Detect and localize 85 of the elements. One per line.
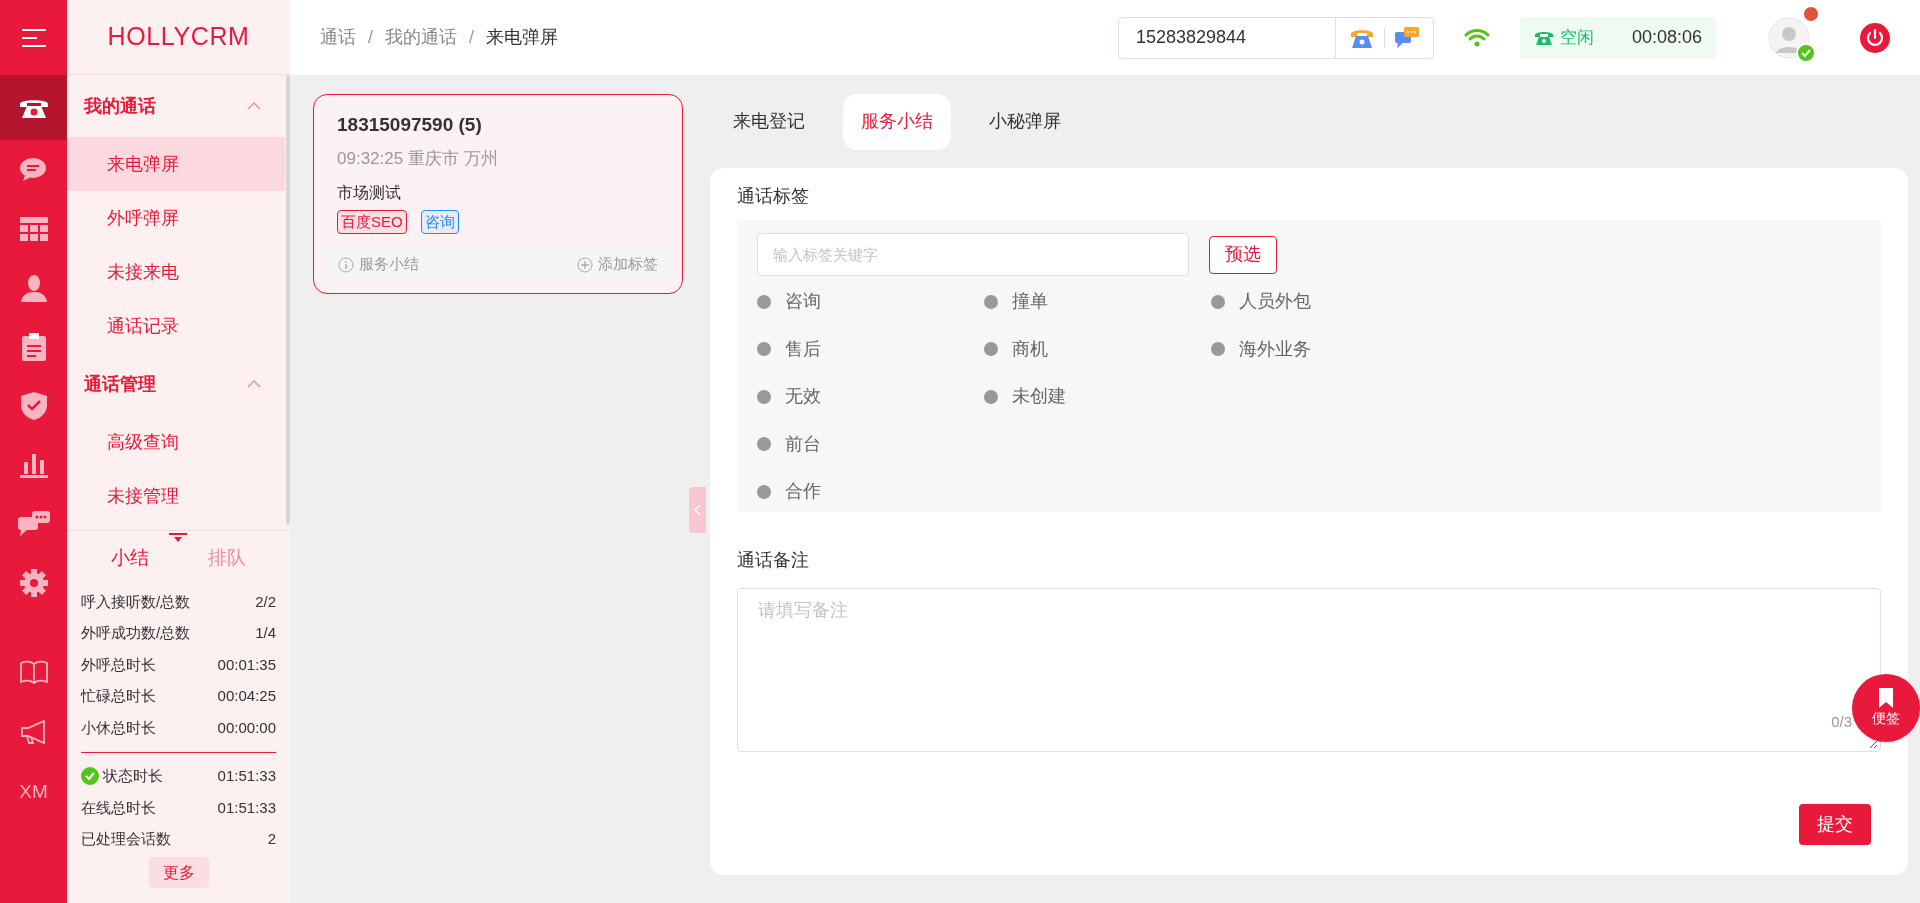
tag: 百度SEO	[337, 210, 407, 234]
tag-option[interactable]: 海外业务	[1239, 335, 1311, 363]
stat-label: 忙碌总时长	[81, 686, 156, 706]
section-title: 通话标签	[737, 185, 809, 208]
more-button[interactable]: 更多	[148, 857, 209, 888]
menu-item[interactable]: 高级查询	[67, 415, 285, 469]
stat-value: 1/4	[255, 623, 276, 643]
stat-label: 小休总时长	[81, 717, 156, 738]
clipboard-icon[interactable]	[21, 332, 46, 361]
breadcrumb-item[interactable]: 我的通话	[385, 24, 457, 51]
stat-value: 01:51:33	[217, 766, 276, 786]
power-icon[interactable]	[1860, 22, 1890, 53]
add-tag-link[interactable]: 添加标签	[577, 253, 658, 276]
stat-value: 00:00:00	[217, 717, 276, 738]
wifi-icon	[1464, 27, 1490, 48]
stat-value: 00:04:25	[217, 686, 276, 706]
menu-icon[interactable]	[20, 27, 47, 48]
menu-item[interactable]: 未接来电	[67, 245, 285, 299]
bar-chart-icon[interactable]	[19, 451, 48, 478]
stat-label: 外呼成功数/总数	[81, 623, 191, 643]
message-icon[interactable]	[1395, 26, 1419, 49]
menu-item[interactable]: 未接管理	[67, 469, 285, 523]
megaphone-icon[interactable]	[19, 720, 48, 744]
chevron-left-icon	[694, 504, 701, 516]
stat-value: 2	[267, 829, 276, 849]
call-time-location: 09:32:25 重庆市 万州	[337, 147, 499, 170]
tab[interactable]: 小秘弹屏	[971, 93, 1079, 150]
call-card[interactable]: 18315097590 (5) 09:32:25 重庆市 万州 市场测试 百度SEO 咨询 服务小结 添加标签	[313, 94, 683, 294]
status-label: 空闲	[1560, 26, 1594, 49]
section-title: 通话备注	[737, 549, 809, 572]
stat-label: 在线总时长	[81, 797, 156, 818]
stat-label: 已处理会话数	[81, 829, 171, 849]
tag-option[interactable]: 前台	[785, 430, 821, 458]
tag-option[interactable]: 无效	[785, 383, 821, 411]
stat-value: 01:51:33	[217, 797, 276, 818]
tag-search-field[interactable]: 输入标签关键字	[757, 233, 1189, 276]
collapse-handle[interactable]	[689, 487, 706, 533]
user-initials[interactable]: XM	[19, 777, 48, 807]
tag-option[interactable]: 合作	[785, 478, 821, 506]
stat-value: 2/2	[255, 591, 276, 612]
stat-value: 00:01:35	[217, 654, 276, 675]
book-icon[interactable]	[19, 660, 48, 684]
breadcrumb-separator: /	[368, 26, 373, 49]
chat-bubbles-icon[interactable]	[17, 510, 50, 537]
tag-option[interactable]: 咨询	[785, 288, 821, 316]
phone-number-field[interactable]: 15283829844	[1118, 16, 1434, 59]
tag-option[interactable]: 商机	[1012, 335, 1048, 363]
stat-label: 呼入接听数/总数	[81, 591, 191, 612]
person-icon[interactable]	[19, 273, 48, 302]
tag-option[interactable]: 未创建	[1012, 383, 1066, 411]
tab-indicator-icon	[169, 533, 187, 543]
tag-option[interactable]: 撞单	[1012, 288, 1048, 316]
bookmark-icon	[1878, 687, 1894, 708]
menu-group-header[interactable]: 通话管理	[67, 353, 285, 415]
preset-button[interactable]: 预选	[1209, 235, 1277, 274]
check-circle-icon	[81, 767, 99, 786]
chat-icon[interactable]	[18, 156, 49, 183]
breadcrumb-item: 来电弹屏	[486, 26, 559, 49]
shield-icon[interactable]	[20, 391, 47, 420]
grid-icon[interactable]	[19, 216, 48, 241]
tab[interactable]: 来电登记	[715, 93, 823, 150]
summary-link[interactable]: 服务小结	[338, 253, 419, 276]
menu-item[interactable]: 通话记录	[67, 299, 285, 353]
call-timer: 00:08:06	[1631, 26, 1702, 49]
submit-button[interactable]: 提交	[1799, 804, 1871, 845]
resize-handle-icon[interactable]	[1868, 739, 1878, 749]
brand-logo: HOLLYCRM	[107, 21, 250, 53]
menu-item[interactable]: 外呼弹屏	[67, 191, 285, 245]
stats-tab[interactable]: 小结	[81, 538, 178, 579]
tab[interactable]: 服务小结	[843, 93, 951, 150]
caller-number: 18315097590 (5)	[337, 113, 483, 137]
plus-circle-icon	[577, 256, 593, 273]
breadcrumb-separator: /	[469, 26, 475, 49]
stat-label: 状态时长	[103, 766, 163, 786]
character-counter: 0/3	[1831, 711, 1852, 732]
menu-group-header[interactable]: 我的通话	[67, 75, 285, 137]
tag: 咨询	[420, 210, 459, 234]
info-icon	[338, 256, 354, 273]
phone-icon	[1534, 29, 1554, 46]
tag-option[interactable]: 售后	[785, 335, 821, 363]
tag-option[interactable]: 人员外包	[1239, 288, 1311, 316]
breadcrumb-item[interactable]: 通话	[320, 24, 356, 51]
call-note: 市场测试	[337, 183, 402, 203]
stat-label: 外呼总时长	[81, 654, 156, 675]
menu-item[interactable]: 来电弹屏	[67, 137, 285, 191]
